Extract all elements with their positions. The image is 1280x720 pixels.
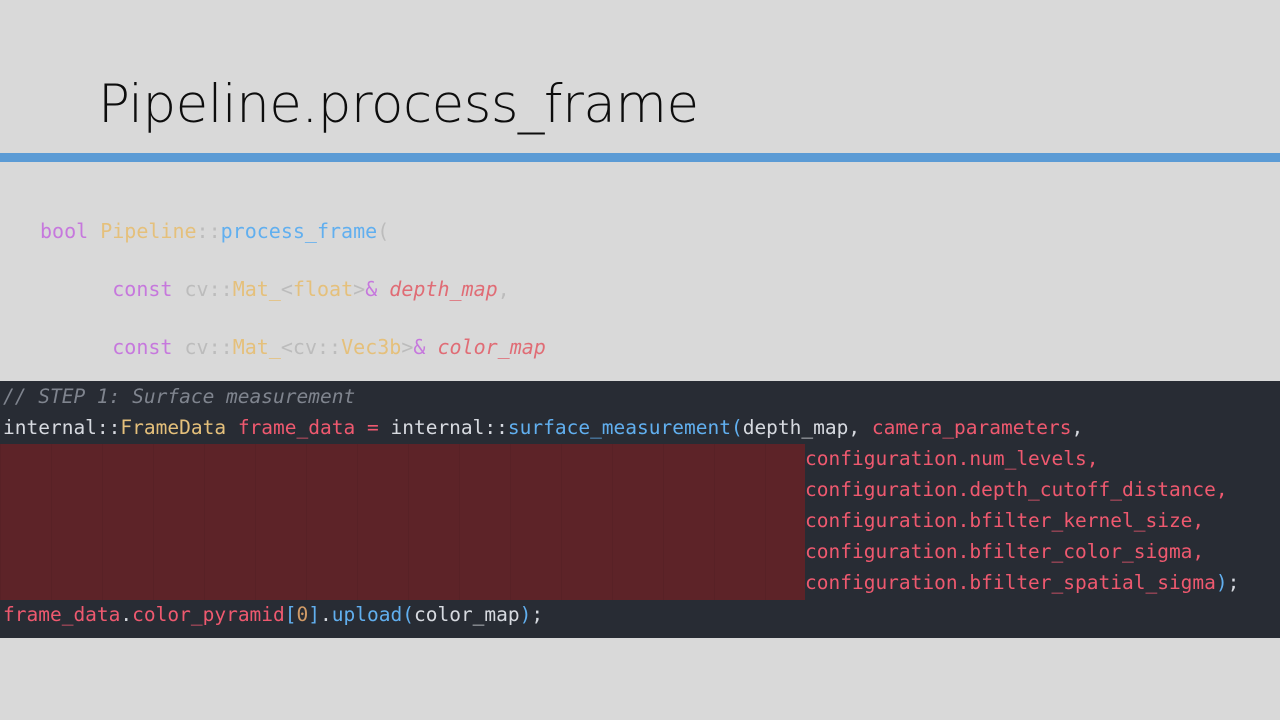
namespace: internal: [3, 416, 97, 439]
method-call: upload: [331, 603, 403, 626]
index-number: 0: [296, 603, 309, 626]
member-name: color_pyramid: [132, 603, 285, 626]
bracket-open: [: [284, 603, 297, 626]
signature-line-3: const cv::Mat_<cv::Vec3b>& color_map: [40, 333, 546, 362]
dot: .: [120, 603, 133, 626]
code-arg-line-last: configuration.bfilter_spatial_sigma);: [805, 567, 1239, 598]
dot: .: [320, 603, 332, 626]
scope-operator: ::: [208, 335, 233, 359]
close-paren: ): [1215, 571, 1228, 594]
open-paren: (: [402, 603, 414, 626]
comma: ,: [497, 277, 510, 301]
template-arg: Vec3b: [341, 335, 402, 359]
param-depth-map: depth_map: [389, 277, 498, 301]
code-arg-line: configuration.depth_cutoff_distance,: [805, 478, 1228, 501]
code-arg-line: configuration.num_levels,: [805, 447, 1099, 470]
title-divider: [0, 153, 1280, 162]
template-open: <: [280, 335, 293, 359]
arg-color-map: color_map: [413, 603, 520, 626]
arg-text: configuration.bfilter_spatial_sigma: [805, 571, 1216, 594]
code-line-upload: frame_data.color_pyramid[0].upload(color…: [3, 599, 543, 630]
code-comment: // STEP 1: Surface measurement: [3, 385, 356, 408]
namespace: cv: [184, 277, 209, 301]
semicolon: ;: [1227, 571, 1240, 594]
close-paren: ): [519, 603, 532, 626]
template-open: <: [280, 277, 293, 301]
const-keyword: const: [112, 277, 173, 301]
variable-name: frame_data: [237, 416, 356, 439]
code-arg-line: configuration.bfilter_kernel_size,: [805, 509, 1205, 532]
template-arg: float: [292, 277, 354, 301]
arg-depth-map: depth_map: [742, 416, 849, 439]
class-name: Pipeline: [100, 219, 197, 243]
scope-operator: ::: [317, 335, 342, 359]
template-close: >: [353, 277, 366, 301]
const-keyword: const: [112, 335, 173, 359]
signature-line-1: bool Pipeline::process_frame(: [40, 217, 546, 246]
type-name: FrameData: [120, 416, 227, 439]
code-line-call: internal::FrameData frame_data = interna…: [3, 412, 1083, 443]
bracket-close: ]: [308, 603, 321, 626]
namespace: internal: [390, 416, 485, 439]
slide-title: Pipeline.process_frame: [98, 74, 699, 135]
scope-operator: ::: [208, 277, 233, 301]
highlight-region: [0, 444, 805, 600]
function-call: surface_measurement: [507, 416, 731, 439]
comma: ,: [848, 416, 861, 439]
scope-operator: ::: [96, 416, 121, 439]
template-type: Mat_: [232, 335, 281, 359]
assign-operator: =: [366, 416, 379, 439]
param-color-map: color_map: [437, 335, 546, 359]
reference-operator: &: [413, 335, 426, 359]
open-paren: (: [730, 416, 743, 439]
reference-operator: &: [365, 277, 378, 301]
namespace: cv: [292, 335, 318, 359]
namespace: cv: [184, 335, 209, 359]
signature-line-2: const cv::Mat_<float>& depth_map,: [40, 275, 546, 304]
arg-camera-parameters: camera_parameters: [871, 416, 1072, 439]
comma: ,: [1071, 416, 1084, 439]
scope-operator: ::: [196, 219, 221, 243]
code-arg-line: configuration.bfilter_color_sigma,: [805, 540, 1205, 563]
semicolon: ;: [531, 603, 544, 626]
scope-operator: ::: [484, 416, 508, 439]
function-name: process_frame: [220, 219, 378, 243]
open-paren: (: [377, 219, 390, 243]
return-type: bool: [40, 219, 89, 243]
code-block: // STEP 1: Surface measurement internal:…: [0, 381, 1280, 638]
object-name: frame_data: [3, 603, 121, 626]
template-type: Mat_: [232, 277, 281, 301]
template-close: >: [401, 335, 414, 359]
